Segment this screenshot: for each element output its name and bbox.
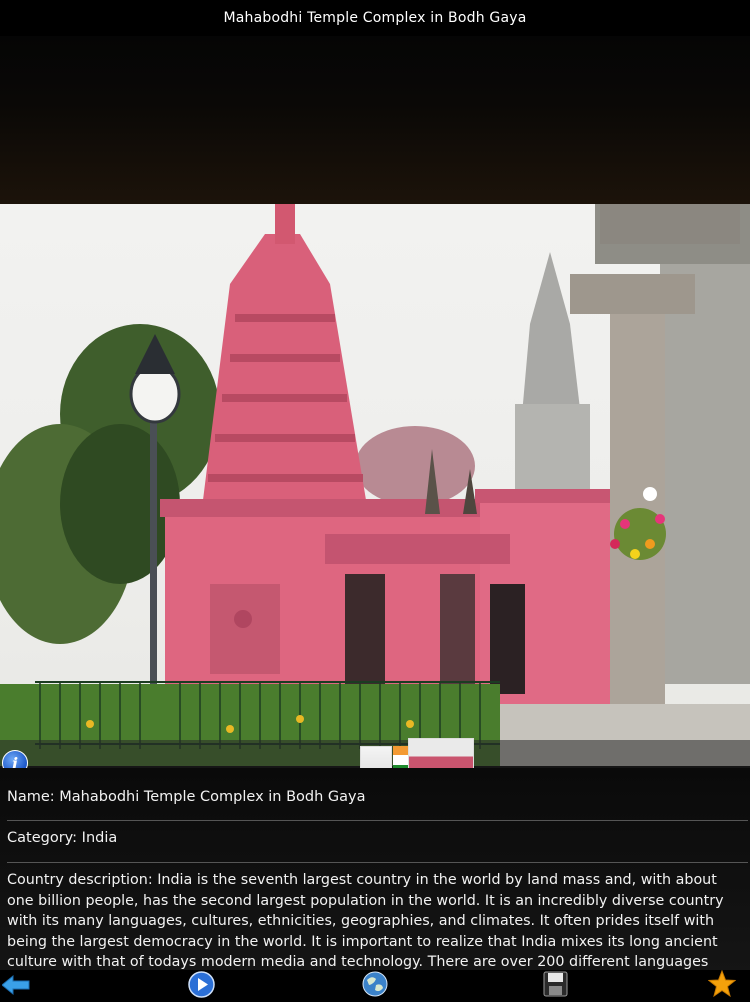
star-icon[interactable] [707,969,737,1002]
flag-band-white [393,755,409,765]
divider [7,862,748,863]
play-icon[interactable] [188,971,215,1002]
details-panel: Name: Mahabodhi Temple Complex in Bodh G… [0,768,750,972]
divider [7,820,748,821]
header-band [0,36,750,204]
flag-band-saffron [393,746,409,756]
name-field: Name: Mahabodhi Temple Complex in Bodh G… [7,789,366,805]
category-field: Category: India [7,830,118,846]
title-bar: Mahabodhi Temple Complex in Bodh Gaya [0,0,750,36]
bottom-toolbar [0,969,750,1002]
back-arrow-icon[interactable] [1,974,30,1000]
page-title: Mahabodhi Temple Complex in Bodh Gaya [223,10,527,26]
country-description: Country description: India is the sevent… [7,872,724,970]
globe-icon[interactable] [362,971,388,1001]
floppy-disk-icon[interactable] [543,971,568,1001]
temple-photo[interactable] [0,204,750,766]
